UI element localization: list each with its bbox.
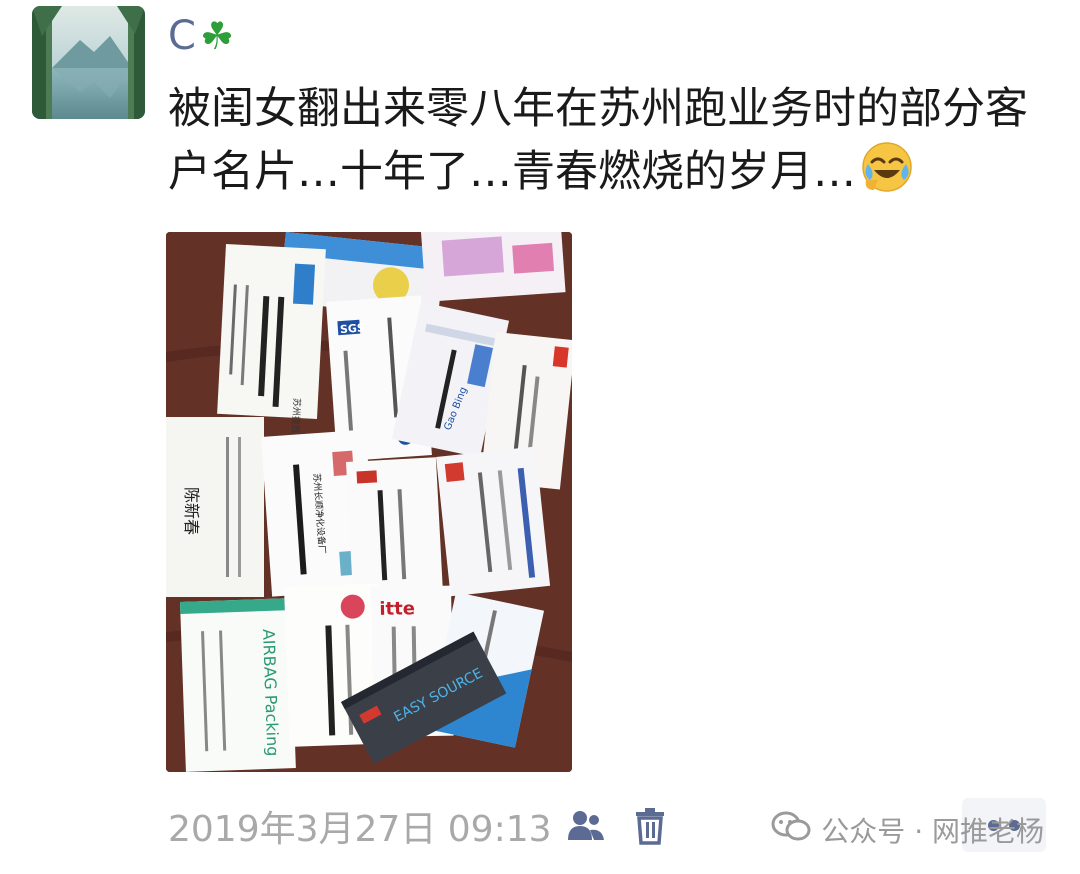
clover-icon: ☘ (199, 14, 235, 58)
wechat-icon (771, 811, 811, 850)
post-text: 被闺女翻出来零八年在苏州跑业务时的部分客户名片…十年了…青春燃烧的岁月… (168, 78, 1048, 211)
trash-icon[interactable] (634, 807, 666, 845)
card-2-label: 陈新春 (182, 487, 201, 535)
avatar-image (32, 6, 145, 119)
avatar[interactable] (32, 6, 145, 119)
photo-image: 苏州捷胜教育 SGS Gao Bing 陈新春 苏州长顺净化设备厂 AIRBAG… (166, 232, 572, 772)
crying-laughing-face-icon (860, 140, 914, 211)
username-link[interactable]: C ☘ (168, 6, 234, 66)
card-sgs-label: SGS (340, 321, 366, 336)
username-text: C (168, 13, 196, 59)
card-5-label: itte (379, 598, 415, 620)
post-timestamp: 2019年3月27日 09:13 (168, 809, 552, 850)
post-footer: 2019年3月27日 09:13 (168, 796, 666, 856)
watermark-text: 公众号 · 网推老杨 (821, 815, 1044, 848)
watermark: 公众号 · 网推老杨 (771, 808, 1044, 852)
people-icon[interactable] (566, 808, 606, 844)
business-cards-photo[interactable]: 苏州捷胜教育 SGS Gao Bing 陈新春 苏州长顺净化设备厂 AIRBAG… (166, 232, 572, 772)
